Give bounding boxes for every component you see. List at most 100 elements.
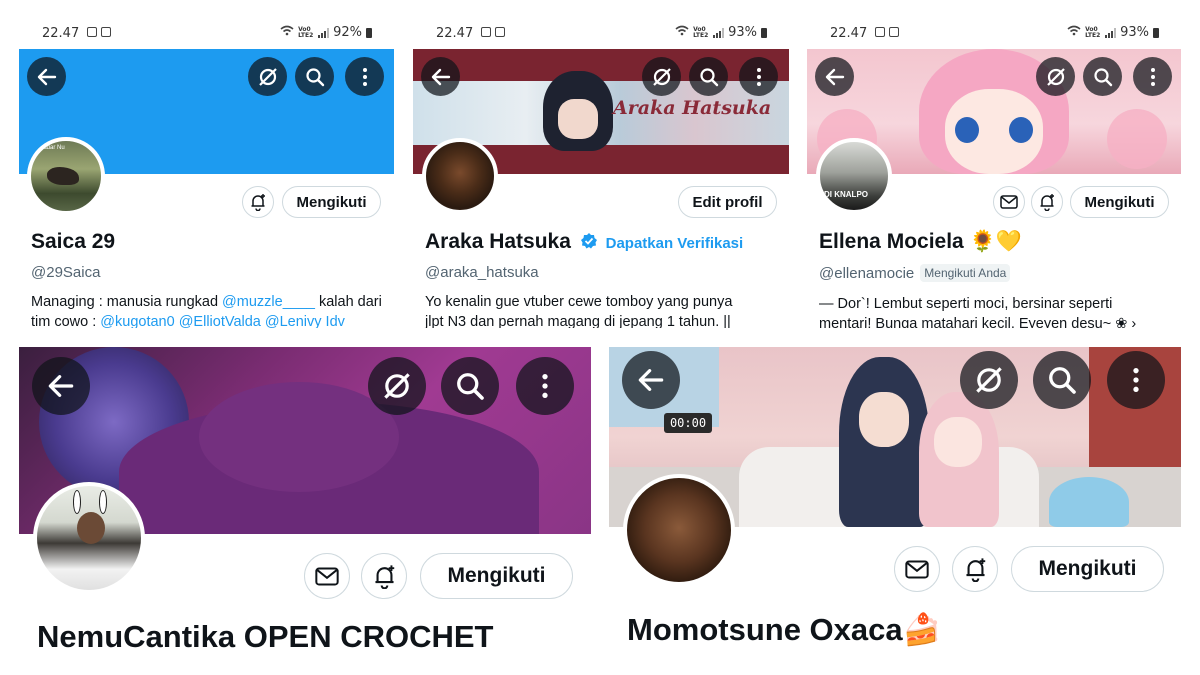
- back-button[interactable]: [27, 57, 66, 96]
- battery-icon: [1153, 27, 1159, 38]
- more-vertical-icon: [362, 67, 367, 86]
- search-button[interactable]: [295, 57, 334, 96]
- arrow-left-icon: [431, 68, 450, 85]
- following-button[interactable]: Mengikuti: [1070, 186, 1169, 218]
- arrow-left-icon: [37, 68, 56, 85]
- status-right: Vo0 LTE2 93%: [1067, 25, 1159, 40]
- grok-icon: [652, 67, 671, 86]
- message-button[interactable]: [304, 553, 350, 599]
- arrow-left-icon: [825, 68, 844, 85]
- username: @ellenamocie: [819, 265, 915, 282]
- bio-text: tim cowo :: [31, 314, 101, 328]
- avatar[interactable]: [623, 474, 735, 586]
- avatar[interactable]: [33, 482, 145, 594]
- avatar[interactable]: Radar Nu: [27, 137, 105, 215]
- following-button[interactable]: Mengikuti: [282, 186, 381, 218]
- username: @29Saica: [31, 264, 101, 281]
- battery-icon: [761, 27, 767, 38]
- bell-plus-icon: [374, 564, 394, 589]
- more-button[interactable]: [345, 57, 384, 96]
- status-time: 22.47: [42, 26, 80, 41]
- search-icon: [457, 373, 484, 400]
- search-icon: [1049, 367, 1076, 394]
- grok-icon: [1046, 67, 1065, 86]
- envelope-icon: [905, 560, 929, 578]
- more-vertical-icon: [1133, 368, 1139, 392]
- more-vertical-icon: [542, 374, 548, 398]
- status-time: 22.47: [436, 26, 474, 41]
- bio-text: Managing : manusia rungkad: [31, 294, 223, 310]
- mention-links[interactable]: @kugotan0 @ElliotValda @Lenivy Idv: [100, 314, 345, 328]
- profile-card-araka: 22.47 Vo0 LTE2 93% Araka Hatsuka Edit pro…: [413, 18, 789, 328]
- profile-card-momotsune: 00:00 Mengikuti Momotsune Oxaca🍰: [609, 347, 1181, 657]
- profile-card-saica: 22.47 Vo0 LTE2 92% Radar Nu Mengikuti Sai…: [19, 18, 394, 328]
- get-verified-link[interactable]: Dapatkan Verifikasi: [606, 235, 744, 252]
- search-button[interactable]: [1033, 351, 1091, 409]
- more-button[interactable]: [1107, 351, 1165, 409]
- message-button[interactable]: [894, 546, 940, 592]
- notify-button[interactable]: [361, 553, 407, 599]
- lte-icon: Vo0 LTE2: [298, 25, 314, 39]
- profile-card-nemucantika: Mengikuti NemuCantika OPEN CROCHET: [19, 347, 591, 657]
- follows-you-badge: Mengikuti Anda: [920, 264, 1011, 282]
- grok-button[interactable]: [642, 57, 681, 96]
- following-button[interactable]: Mengikuti: [420, 553, 573, 599]
- back-button[interactable]: [32, 357, 90, 415]
- more-button[interactable]: [516, 357, 574, 415]
- status-right: Vo0 LTE2 92%: [280, 25, 372, 40]
- status-right: Vo0 LTE2 93%: [675, 25, 767, 40]
- username: @araka_hatsuka: [425, 264, 539, 281]
- display-name-text: Araka Hatsuka: [425, 230, 571, 253]
- verified-icon: [580, 232, 598, 256]
- more-button[interactable]: [1133, 57, 1172, 96]
- avatar[interactable]: DI KNALPO: [816, 138, 892, 214]
- back-button[interactable]: [421, 57, 460, 96]
- notify-button[interactable]: [1031, 186, 1063, 218]
- grok-button[interactable]: [960, 351, 1018, 409]
- grok-button[interactable]: [248, 57, 287, 96]
- more-vertical-icon: [756, 67, 761, 86]
- bio-line: mentari! Bunga matahari kecil. Eyeyen de…: [819, 316, 1137, 328]
- notify-button[interactable]: [242, 186, 274, 218]
- grok-button[interactable]: [1036, 57, 1075, 96]
- grok-icon: [976, 367, 1002, 393]
- bio: Managing : manusia rungkad @muzzle____ k…: [31, 292, 391, 328]
- bio-line: — Dor`! Lembut seperti moci, bersinar se…: [819, 296, 1113, 312]
- notify-button[interactable]: [952, 546, 998, 592]
- search-button[interactable]: [441, 357, 499, 415]
- edit-profile-button[interactable]: Edit profil: [678, 186, 777, 218]
- battery-percent: 93%: [728, 25, 757, 40]
- notification-icons: [481, 27, 505, 37]
- search-button[interactable]: [689, 57, 728, 96]
- notification-icons: [875, 27, 899, 37]
- signal-icon: [1105, 27, 1117, 38]
- arrow-left-icon: [638, 369, 664, 391]
- profile-card-ellena: 22.47 Vo0 LTE2 93% DI KNALPO Mengikuti E…: [807, 18, 1181, 328]
- battery-icon: [366, 27, 372, 38]
- status-time: 22.47: [830, 26, 868, 41]
- bell-plus-icon: [965, 557, 985, 582]
- wifi-icon: [280, 25, 294, 40]
- signal-icon: [318, 27, 330, 38]
- back-button[interactable]: [622, 351, 680, 409]
- more-button[interactable]: [739, 57, 778, 96]
- avatar-caption: DI KNALPO: [824, 190, 868, 199]
- back-button[interactable]: [815, 57, 854, 96]
- wifi-icon: [675, 25, 689, 40]
- battery-percent: 93%: [1120, 25, 1149, 40]
- status-bar: 22.47 Vo0 LTE2 93%: [807, 18, 1181, 49]
- avatar[interactable]: [422, 138, 498, 214]
- arrow-left-icon: [48, 375, 74, 397]
- grok-button[interactable]: [368, 357, 426, 415]
- avatar-caption: Radar Nu: [39, 145, 65, 151]
- mention-link[interactable]: @muzzle____: [222, 294, 315, 310]
- search-button[interactable]: [1083, 57, 1122, 96]
- search-icon: [305, 67, 324, 86]
- lte-icon: Vo0 LTE2: [1085, 25, 1101, 39]
- bio-line: Yo kenalin gue vtuber cewe tomboy yang p…: [425, 294, 733, 310]
- banner-title: Araka Hatsuka: [613, 97, 772, 119]
- following-button[interactable]: Mengikuti: [1011, 546, 1164, 592]
- display-name: Ellena Mociela 🌻💛: [819, 230, 1022, 253]
- display-name: Saica 29: [31, 230, 116, 253]
- message-button[interactable]: [993, 186, 1025, 218]
